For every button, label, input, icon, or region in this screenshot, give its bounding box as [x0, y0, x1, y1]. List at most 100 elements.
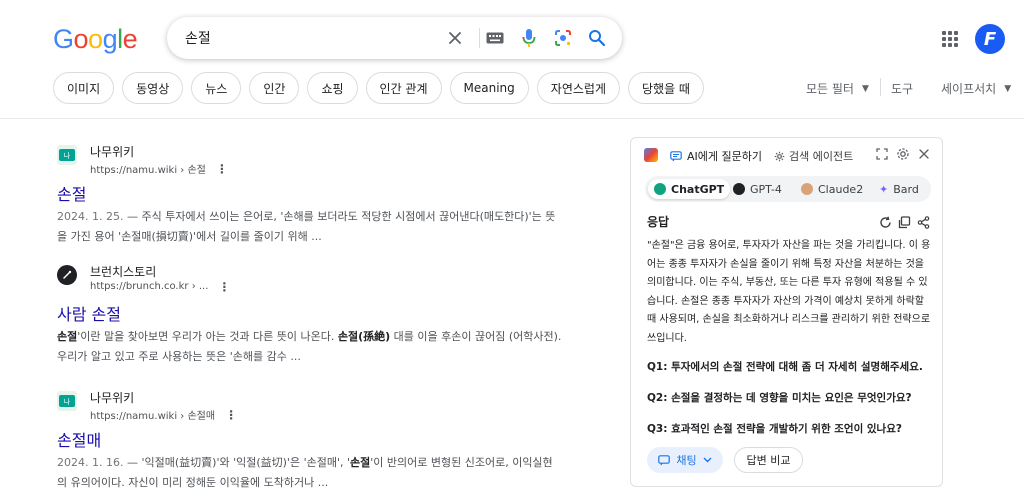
- result-site-name: 브런치스토리: [90, 265, 157, 279]
- search-result: 나 나무위키 https://namu.wiki › 손절매 ⋮ 손절매 2024…: [57, 389, 567, 489]
- result-title-link[interactable]: 손절: [57, 181, 86, 205]
- model-chatgpt[interactable]: ChatGPT: [648, 179, 731, 199]
- model-selector: ChatGPT GPT-4 Claude2 ✦ Bard: [645, 176, 931, 202]
- model-chatgpt-label: ChatGPT: [671, 182, 725, 196]
- chat-bubble-icon: [670, 150, 682, 161]
- namuwiki-favicon-icon: 나: [57, 391, 77, 411]
- chip-images[interactable]: 이미지: [53, 72, 115, 104]
- all-filters-button[interactable]: 모든 필터 ▼: [806, 80, 869, 97]
- toolbar-divider: [880, 78, 881, 96]
- svg-text:나: 나: [64, 397, 71, 406]
- result-url: https://namu.wiki › 손절 ⋮: [90, 161, 228, 177]
- safesearch-button[interactable]: 세이프서치 ▼: [941, 80, 1011, 97]
- gear-icon: [774, 151, 785, 161]
- result-url-text: https://namu.wiki › 손절매: [90, 411, 216, 422]
- share-icon[interactable]: [917, 214, 931, 229]
- svg-text:나: 나: [64, 151, 71, 160]
- claude-icon: [801, 183, 813, 195]
- compare-button-label: 답변 비교: [746, 454, 791, 467]
- result-snippet-text: — 주식 투자에서 쓰이는 은어로, '손해를 보더라도 적당한 시점에서 끊어…: [57, 210, 556, 243]
- search-input[interactable]: [185, 17, 445, 59]
- tools-button[interactable]: 도구: [891, 80, 913, 97]
- model-gpt4-label: GPT-4: [750, 182, 782, 196]
- expand-icon[interactable]: [875, 146, 889, 160]
- result-site-name: 나무위키: [90, 391, 135, 405]
- tools-label: 도구: [891, 82, 914, 96]
- chip-videos[interactable]: 동영상: [122, 72, 184, 104]
- search-result: 나 나무위키 https://namu.wiki › 손절 ⋮ 손절 2024. …: [57, 143, 567, 243]
- chip-relationship[interactable]: 인간 관계: [365, 72, 442, 104]
- chip-shopping[interactable]: 쇼핑: [307, 72, 358, 104]
- result-snippet: 2024. 1. 25. — 주식 투자에서 쓰이는 은어로, '손해를 보더라…: [57, 207, 562, 247]
- result-url: https://brunch.co.kr › ... ⋮: [90, 281, 230, 293]
- result-date: 2024. 1. 25.: [57, 210, 124, 223]
- search-icon[interactable]: [587, 28, 607, 48]
- answer-text: "손절"은 금융 용어로, 투자자가 자산을 파는 것을 가리킵니다. 이 용어…: [647, 240, 931, 344]
- result-title-link[interactable]: 사람 손절: [57, 301, 121, 325]
- model-bard[interactable]: ✦ Bard: [873, 179, 925, 199]
- more-options-icon[interactable]: ⋮: [218, 281, 230, 293]
- namuwiki-favicon-icon: 나: [57, 145, 77, 165]
- result-date: 2024. 1. 16.: [57, 456, 124, 469]
- google-logo[interactable]: Google: [53, 24, 138, 55]
- result-snippet: 2024. 1. 16. — '익절매(益切賣)'와 '익절(益切)'은 '손절…: [57, 453, 562, 493]
- suggested-question-1[interactable]: Q1: 투자에서의 손절 전략에 대해 좀 더 자세히 설명해주세요.: [647, 359, 923, 374]
- google-apps-icon[interactable]: [942, 31, 958, 47]
- result-url: https://namu.wiki › 손절매 ⋮: [90, 407, 237, 423]
- close-icon[interactable]: [917, 146, 931, 160]
- suggested-question-2[interactable]: Q2: 손절을 결정하는 데 영향을 미치는 요인은 무엇인가요?: [647, 390, 912, 405]
- answer-heading: 응답: [647, 215, 670, 229]
- brunch-favicon-icon: [57, 265, 77, 285]
- tab-search-agent[interactable]: 검색 에이전트: [774, 148, 853, 164]
- chatgpt-icon: [654, 183, 666, 195]
- tab-ask-ai[interactable]: AI에게 질문하기: [670, 148, 762, 164]
- compare-answers-button[interactable]: 답변 비교: [734, 447, 803, 473]
- chip-when-done[interactable]: 당했을 때: [627, 72, 704, 104]
- model-claude2[interactable]: Claude2: [795, 179, 869, 199]
- result-snippet-text: — '익절매(益切賣)'와 '익절(益切)'은 '손절매', ': [123, 456, 350, 469]
- extension-logo-icon: [644, 148, 658, 162]
- settings-icon[interactable]: [896, 146, 910, 160]
- all-filters-label: 모든 필터: [806, 82, 854, 96]
- model-bard-label: Bard: [893, 182, 919, 196]
- snippet-highlight: 손절: [57, 330, 78, 343]
- gpt4-icon: [733, 183, 745, 195]
- chip-naturally[interactable]: 자연스럽게: [536, 72, 620, 104]
- chip-meaning[interactable]: Meaning: [449, 72, 529, 104]
- search-result: 브런치스토리 https://brunch.co.kr › ... ⋮ 사람 손절…: [57, 263, 567, 363]
- microphone-icon[interactable]: [519, 28, 539, 48]
- more-options-icon[interactable]: ⋮: [216, 163, 228, 175]
- caret-down-icon: ▼: [861, 83, 869, 94]
- search-box: [167, 17, 622, 59]
- result-url-text: https://brunch.co.kr › ...: [90, 281, 209, 292]
- result-url-text: https://namu.wiki › 손절: [90, 165, 206, 176]
- chat-button-label: 채팅: [676, 454, 697, 467]
- tab-ask-ai-label: AI에게 질문하기: [687, 150, 762, 163]
- google-lens-icon[interactable]: [553, 28, 573, 48]
- refresh-icon[interactable]: [879, 214, 893, 228]
- snippet-highlight: 손절(孫絶): [337, 330, 391, 343]
- chip-news[interactable]: 뉴스: [191, 72, 242, 104]
- snippet-highlight: 손절: [350, 456, 371, 469]
- search-divider: [479, 28, 480, 48]
- chip-human[interactable]: 인간: [249, 72, 300, 104]
- model-gpt4[interactable]: GPT-4: [727, 179, 788, 199]
- chat-bubble-icon: [658, 454, 671, 465]
- chevron-down-icon: [703, 457, 712, 463]
- account-avatar[interactable]: F: [975, 24, 1005, 54]
- ai-assistant-panel: AI에게 질문하기 검색 에이전트 ChatGPT GPT-4 Claude2 …: [630, 137, 943, 487]
- filter-chips: 이미지 동영상 뉴스 인간 쇼핑 인간 관계 Meaning 자연스럽게 당했을…: [53, 72, 704, 104]
- keyboard-icon[interactable]: [485, 28, 505, 48]
- chat-button[interactable]: 채팅: [647, 447, 723, 473]
- bard-sparkle-icon: ✦: [879, 182, 889, 196]
- result-site-name: 나무위키: [90, 145, 135, 159]
- header-divider: [0, 118, 1024, 119]
- result-snippet-text: '이란 말을 찾아보면 우리가 아는 것과 다른 뜻이 나온다.: [77, 330, 338, 343]
- safesearch-label: 세이프서치: [941, 82, 997, 96]
- result-title-link[interactable]: 손절매: [57, 427, 101, 451]
- more-options-icon[interactable]: ⋮: [225, 409, 237, 421]
- clear-icon[interactable]: [445, 28, 465, 48]
- copy-icon[interactable]: [898, 214, 912, 229]
- tab-search-agent-label: 검색 에이전트: [789, 150, 854, 163]
- suggested-question-3[interactable]: Q3: 효과적인 손절 전략을 개발하기 위한 조언이 있나요?: [647, 421, 902, 436]
